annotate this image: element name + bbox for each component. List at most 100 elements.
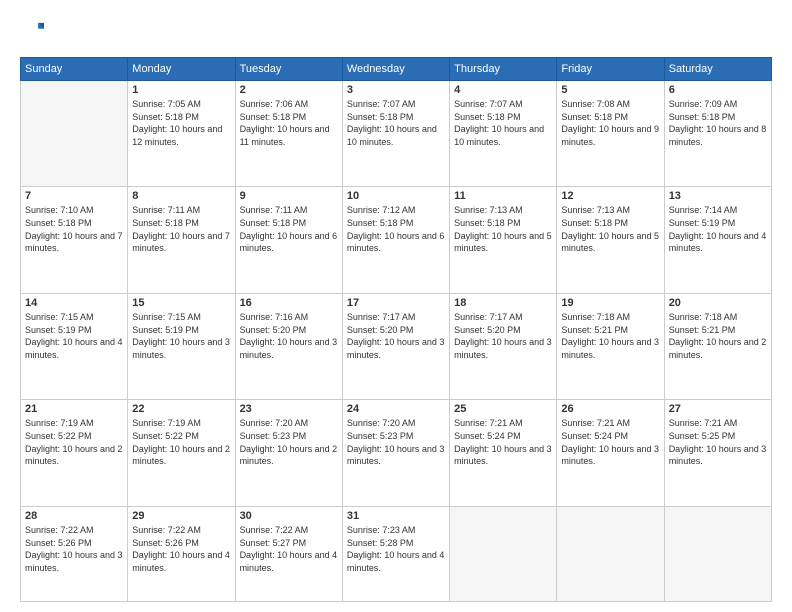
calendar-day-cell: 8 Sunrise: 7:11 AMSunset: 5:18 PMDaylight…	[128, 187, 235, 293]
calendar-day-header: Saturday	[664, 58, 771, 81]
logo	[20, 20, 46, 47]
day-info: Sunrise: 7:22 AMSunset: 5:26 PMDaylight:…	[132, 524, 230, 574]
calendar-day-header: Wednesday	[342, 58, 449, 81]
day-info: Sunrise: 7:18 AMSunset: 5:21 PMDaylight:…	[561, 311, 659, 361]
day-number: 18	[454, 297, 552, 309]
calendar-day-cell: 15 Sunrise: 7:15 AMSunset: 5:19 PMDayligh…	[128, 293, 235, 399]
calendar-week-row: 21 Sunrise: 7:19 AMSunset: 5:22 PMDayligh…	[21, 400, 772, 506]
day-number: 8	[132, 190, 230, 202]
day-info: Sunrise: 7:13 AMSunset: 5:18 PMDaylight:…	[561, 204, 659, 254]
calendar-day-header: Monday	[128, 58, 235, 81]
day-number: 23	[240, 403, 338, 415]
day-info: Sunrise: 7:18 AMSunset: 5:21 PMDaylight:…	[669, 311, 767, 361]
day-number: 11	[454, 190, 552, 202]
day-info: Sunrise: 7:05 AMSunset: 5:18 PMDaylight:…	[132, 98, 230, 148]
day-info: Sunrise: 7:15 AMSunset: 5:19 PMDaylight:…	[25, 311, 123, 361]
day-info: Sunrise: 7:12 AMSunset: 5:18 PMDaylight:…	[347, 204, 445, 254]
calendar-day-cell: 12Sunrise: 7:13 AMSunset: 5:18 PMDayligh…	[557, 187, 664, 293]
day-info: Sunrise: 7:19 AMSunset: 5:22 PMDaylight:…	[132, 417, 230, 467]
day-number: 9	[240, 190, 338, 202]
calendar-day-cell: 22 Sunrise: 7:19 AMSunset: 5:22 PMDayligh…	[128, 400, 235, 506]
calendar-day-cell: 16Sunrise: 7:16 AMSunset: 5:20 PMDayligh…	[235, 293, 342, 399]
day-info: Sunrise: 7:17 AMSunset: 5:20 PMDaylight:…	[454, 311, 552, 361]
day-info: Sunrise: 7:22 AMSunset: 5:26 PMDaylight:…	[25, 524, 123, 574]
day-number: 10	[347, 190, 445, 202]
calendar-day-cell: 9 Sunrise: 7:11 AMSunset: 5:18 PMDaylight…	[235, 187, 342, 293]
calendar-day-cell: 28Sunrise: 7:22 AMSunset: 5:26 PMDayligh…	[21, 506, 128, 601]
day-info: Sunrise: 7:21 AMSunset: 5:25 PMDaylight:…	[669, 417, 767, 467]
calendar-day-cell: 18 Sunrise: 7:17 AMSunset: 5:20 PMDayligh…	[450, 293, 557, 399]
day-info: Sunrise: 7:06 AMSunset: 5:18 PMDaylight:…	[240, 98, 338, 148]
calendar-day-cell: 27 Sunrise: 7:21 AMSunset: 5:25 PMDayligh…	[664, 400, 771, 506]
calendar-day-cell: 10 Sunrise: 7:12 AMSunset: 5:18 PMDayligh…	[342, 187, 449, 293]
calendar-day-header: Thursday	[450, 58, 557, 81]
day-info: Sunrise: 7:11 AMSunset: 5:18 PMDaylight:…	[132, 204, 230, 254]
calendar-week-row: 14 Sunrise: 7:15 AMSunset: 5:19 PMDayligh…	[21, 293, 772, 399]
day-info: Sunrise: 7:19 AMSunset: 5:22 PMDaylight:…	[25, 417, 123, 467]
calendar-day-cell: 13Sunrise: 7:14 AMSunset: 5:19 PMDayligh…	[664, 187, 771, 293]
day-info: Sunrise: 7:14 AMSunset: 5:19 PMDaylight:…	[669, 204, 767, 254]
day-info: Sunrise: 7:21 AMSunset: 5:24 PMDaylight:…	[561, 417, 659, 467]
day-info: Sunrise: 7:21 AMSunset: 5:24 PMDaylight:…	[454, 417, 552, 467]
day-info: Sunrise: 7:07 AMSunset: 5:18 PMDaylight:…	[454, 98, 552, 148]
calendar-day-cell: 23 Sunrise: 7:20 AMSunset: 5:23 PMDayligh…	[235, 400, 342, 506]
calendar-day-cell	[664, 506, 771, 601]
calendar-day-cell: 17Sunrise: 7:17 AMSunset: 5:20 PMDayligh…	[342, 293, 449, 399]
day-number: 21	[25, 403, 123, 415]
day-number: 27	[669, 403, 767, 415]
day-number: 7	[25, 190, 123, 202]
calendar-day-cell: 29 Sunrise: 7:22 AMSunset: 5:26 PMDayligh…	[128, 506, 235, 601]
day-info: Sunrise: 7:20 AMSunset: 5:23 PMDaylight:…	[347, 417, 445, 467]
calendar-day-cell	[557, 506, 664, 601]
day-info: Sunrise: 7:07 AMSunset: 5:18 PMDaylight:…	[347, 98, 445, 148]
day-number: 15	[132, 297, 230, 309]
calendar-day-cell: 31 Sunrise: 7:23 AMSunset: 5:28 PMDayligh…	[342, 506, 449, 601]
calendar-day-cell: 1 Sunrise: 7:05 AMSunset: 5:18 PMDaylight…	[128, 81, 235, 187]
calendar-week-row: 7 Sunrise: 7:10 AMSunset: 5:18 PMDaylight…	[21, 187, 772, 293]
calendar-day-cell: 4Sunrise: 7:07 AMSunset: 5:18 PMDaylight…	[450, 81, 557, 187]
day-number: 26	[561, 403, 659, 415]
calendar-day-cell: 3Sunrise: 7:07 AMSunset: 5:18 PMDaylight…	[342, 81, 449, 187]
calendar-week-row: 1 Sunrise: 7:05 AMSunset: 5:18 PMDaylight…	[21, 81, 772, 187]
day-number: 1	[132, 84, 230, 96]
calendar-header-row: SundayMondayTuesdayWednesdayThursdayFrid…	[21, 58, 772, 81]
day-info: Sunrise: 7:10 AMSunset: 5:18 PMDaylight:…	[25, 204, 123, 254]
calendar-day-cell: 5Sunrise: 7:08 AMSunset: 5:18 PMDaylight…	[557, 81, 664, 187]
day-info: Sunrise: 7:22 AMSunset: 5:27 PMDaylight:…	[240, 524, 338, 574]
calendar-day-cell: 25 Sunrise: 7:21 AMSunset: 5:24 PMDayligh…	[450, 400, 557, 506]
day-number: 22	[132, 403, 230, 415]
calendar-day-cell: 26 Sunrise: 7:21 AMSunset: 5:24 PMDayligh…	[557, 400, 664, 506]
day-number: 25	[454, 403, 552, 415]
day-number: 19	[561, 297, 659, 309]
day-info: Sunrise: 7:17 AMSunset: 5:20 PMDaylight:…	[347, 311, 445, 361]
calendar-day-header: Friday	[557, 58, 664, 81]
day-info: Sunrise: 7:11 AMSunset: 5:18 PMDaylight:…	[240, 204, 338, 254]
calendar-day-cell: 6Sunrise: 7:09 AMSunset: 5:18 PMDaylight…	[664, 81, 771, 187]
calendar-day-cell	[21, 81, 128, 187]
calendar-day-header: Sunday	[21, 58, 128, 81]
day-number: 16	[240, 297, 338, 309]
day-number: 5	[561, 84, 659, 96]
day-number: 31	[347, 510, 445, 522]
page: SundayMondayTuesdayWednesdayThursdayFrid…	[0, 0, 792, 612]
calendar-day-cell: 24 Sunrise: 7:20 AMSunset: 5:23 PMDayligh…	[342, 400, 449, 506]
logo-icon	[22, 20, 44, 42]
day-number: 24	[347, 403, 445, 415]
day-number: 2	[240, 84, 338, 96]
calendar-table: SundayMondayTuesdayWednesdayThursdayFrid…	[20, 57, 772, 602]
day-info: Sunrise: 7:15 AMSunset: 5:19 PMDaylight:…	[132, 311, 230, 361]
day-info: Sunrise: 7:20 AMSunset: 5:23 PMDaylight:…	[240, 417, 338, 467]
calendar-day-cell: 30 Sunrise: 7:22 AMSunset: 5:27 PMDayligh…	[235, 506, 342, 601]
day-info: Sunrise: 7:23 AMSunset: 5:28 PMDaylight:…	[347, 524, 445, 574]
day-number: 14	[25, 297, 123, 309]
calendar-day-cell: 19 Sunrise: 7:18 AMSunset: 5:21 PMDayligh…	[557, 293, 664, 399]
calendar-day-cell: 20Sunrise: 7:18 AMSunset: 5:21 PMDayligh…	[664, 293, 771, 399]
calendar-day-cell	[450, 506, 557, 601]
day-number: 29	[132, 510, 230, 522]
calendar-day-cell: 14 Sunrise: 7:15 AMSunset: 5:19 PMDayligh…	[21, 293, 128, 399]
calendar-week-row: 28Sunrise: 7:22 AMSunset: 5:26 PMDayligh…	[21, 506, 772, 601]
day-number: 30	[240, 510, 338, 522]
calendar-day-cell: 2 Sunrise: 7:06 AMSunset: 5:18 PMDaylight…	[235, 81, 342, 187]
calendar-day-header: Tuesday	[235, 58, 342, 81]
day-number: 6	[669, 84, 767, 96]
